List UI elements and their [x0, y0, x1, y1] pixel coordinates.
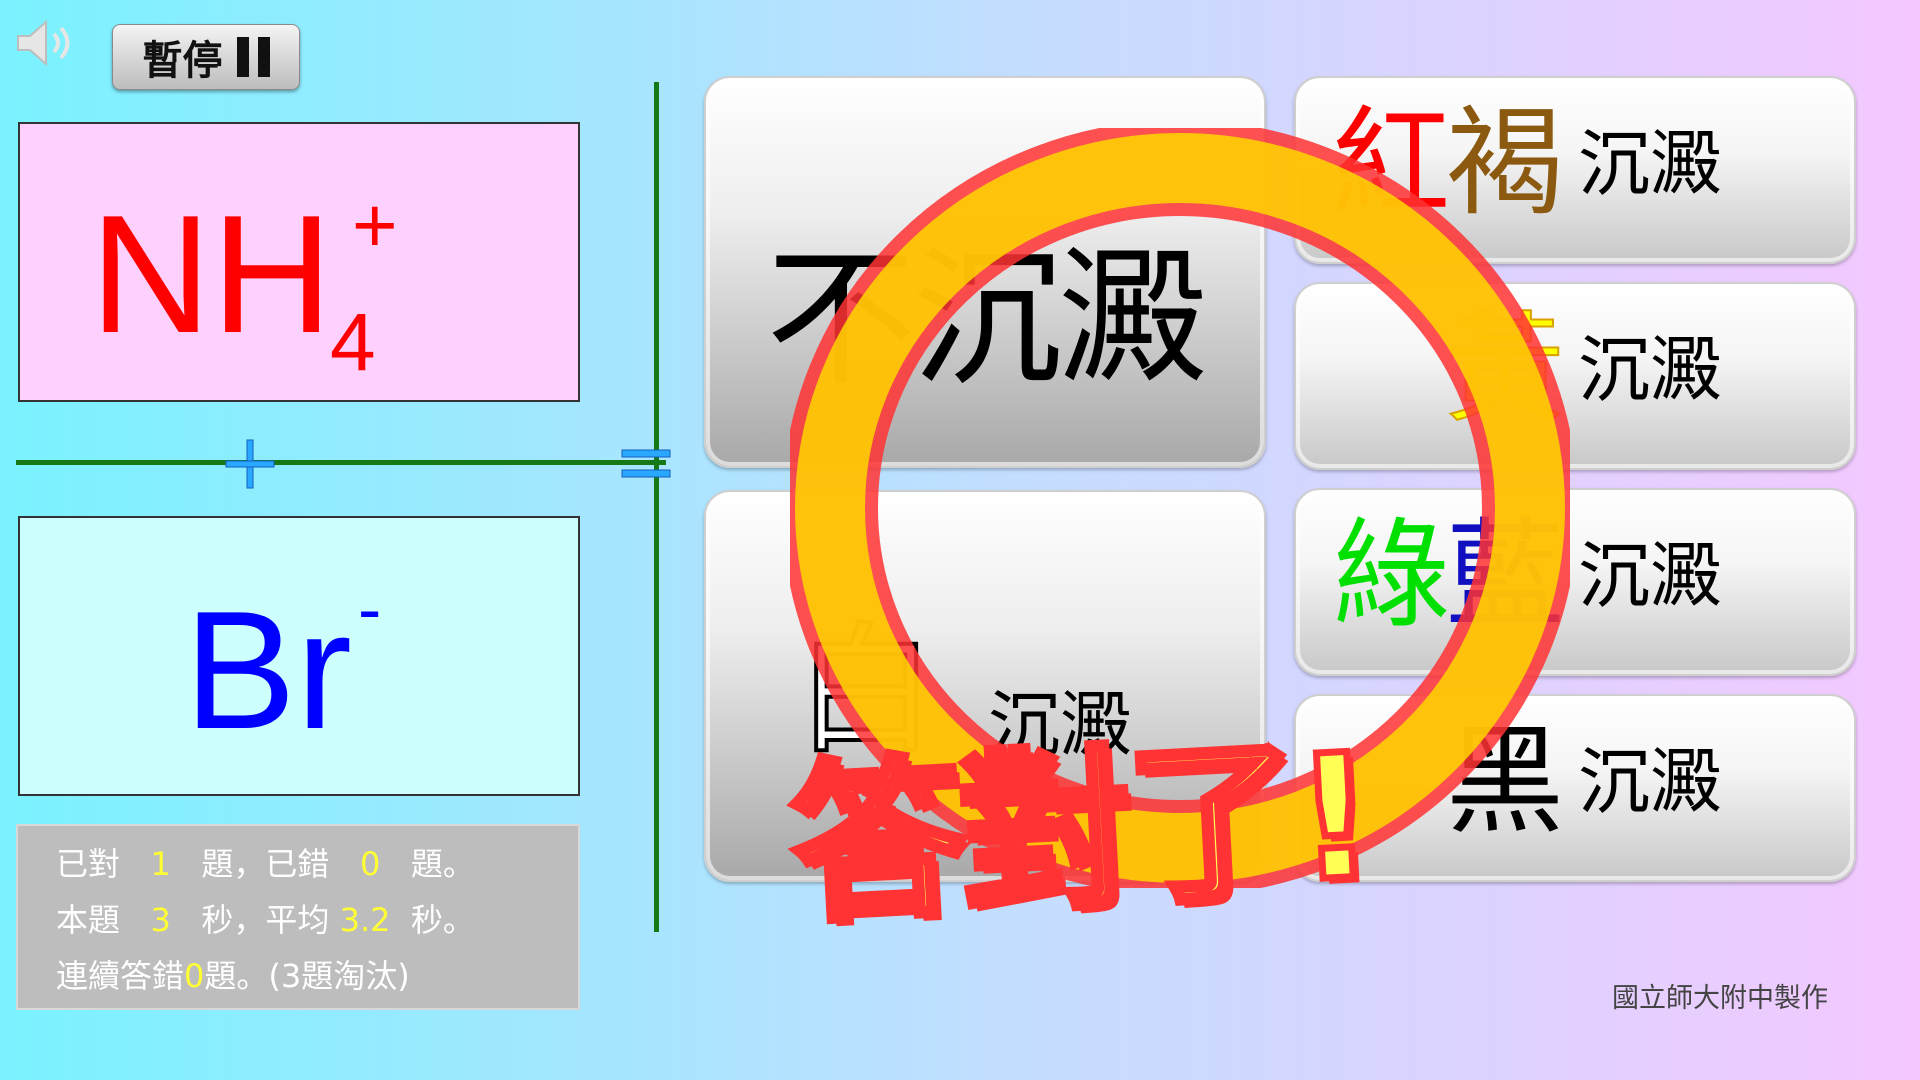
pause-icon	[236, 37, 270, 77]
stats-row-time: 本題 3 秒，平均 3.2 秒。	[56, 901, 475, 939]
cation-symbol: NH	[90, 180, 333, 368]
correct-feedback-text: 答對了!	[784, 712, 1379, 950]
stats-row-streak: 連續答錯0題。(3題淘汰)	[56, 957, 410, 995]
vertical-divider	[654, 82, 659, 932]
answer-no-precipitate-button[interactable]: 不沉澱	[704, 76, 1266, 468]
red-brown-precipitate-label: 沉澱	[1578, 122, 1723, 206]
answer-no-precipitate-label: 不沉澱	[766, 233, 1208, 407]
answer-red-brown-precipitate-button[interactable]: 紅褐 沉澱	[1294, 76, 1856, 264]
cation-box: NH 4 +	[18, 122, 580, 402]
yellow-color-label: 黃	[1445, 300, 1565, 438]
stats-panel: 已對 1 題，已錯 0 題。 本題 3 秒，平均 3.2 秒。 連續答錯0題。(…	[16, 824, 580, 1010]
black-precipitate-label: 沉澱	[1578, 740, 1723, 824]
equals-icon	[621, 449, 671, 478]
answer-yellow-precipitate-button[interactable]: 黃 沉澱	[1294, 282, 1856, 470]
speaker-icon[interactable]	[14, 18, 84, 68]
plus-icon	[225, 439, 275, 489]
cation-subscript: 4	[330, 297, 376, 388]
answer-green-blue-precipitate-button[interactable]: 綠藍 沉澱	[1294, 488, 1856, 676]
stats-row-score: 已對 1 題，已錯 0 題。	[56, 845, 475, 883]
anion-box: Br -	[18, 516, 580, 796]
green-blue-color-label: 綠藍	[1332, 506, 1564, 644]
cation-charge: +	[352, 181, 398, 269]
yellow-precipitate-label: 沉澱	[1578, 328, 1723, 412]
horizontal-divider	[16, 460, 666, 465]
pause-label: 暫停	[142, 38, 223, 84]
red-brown-color-label: 紅褐	[1332, 94, 1564, 232]
credit-text: 國立師大附中製作	[1612, 983, 1828, 1014]
green-blue-precipitate-label: 沉澱	[1578, 534, 1723, 618]
anion-symbol: Br	[184, 576, 352, 764]
anion-charge: -	[358, 570, 382, 648]
pause-button[interactable]: 暫停	[112, 24, 300, 90]
